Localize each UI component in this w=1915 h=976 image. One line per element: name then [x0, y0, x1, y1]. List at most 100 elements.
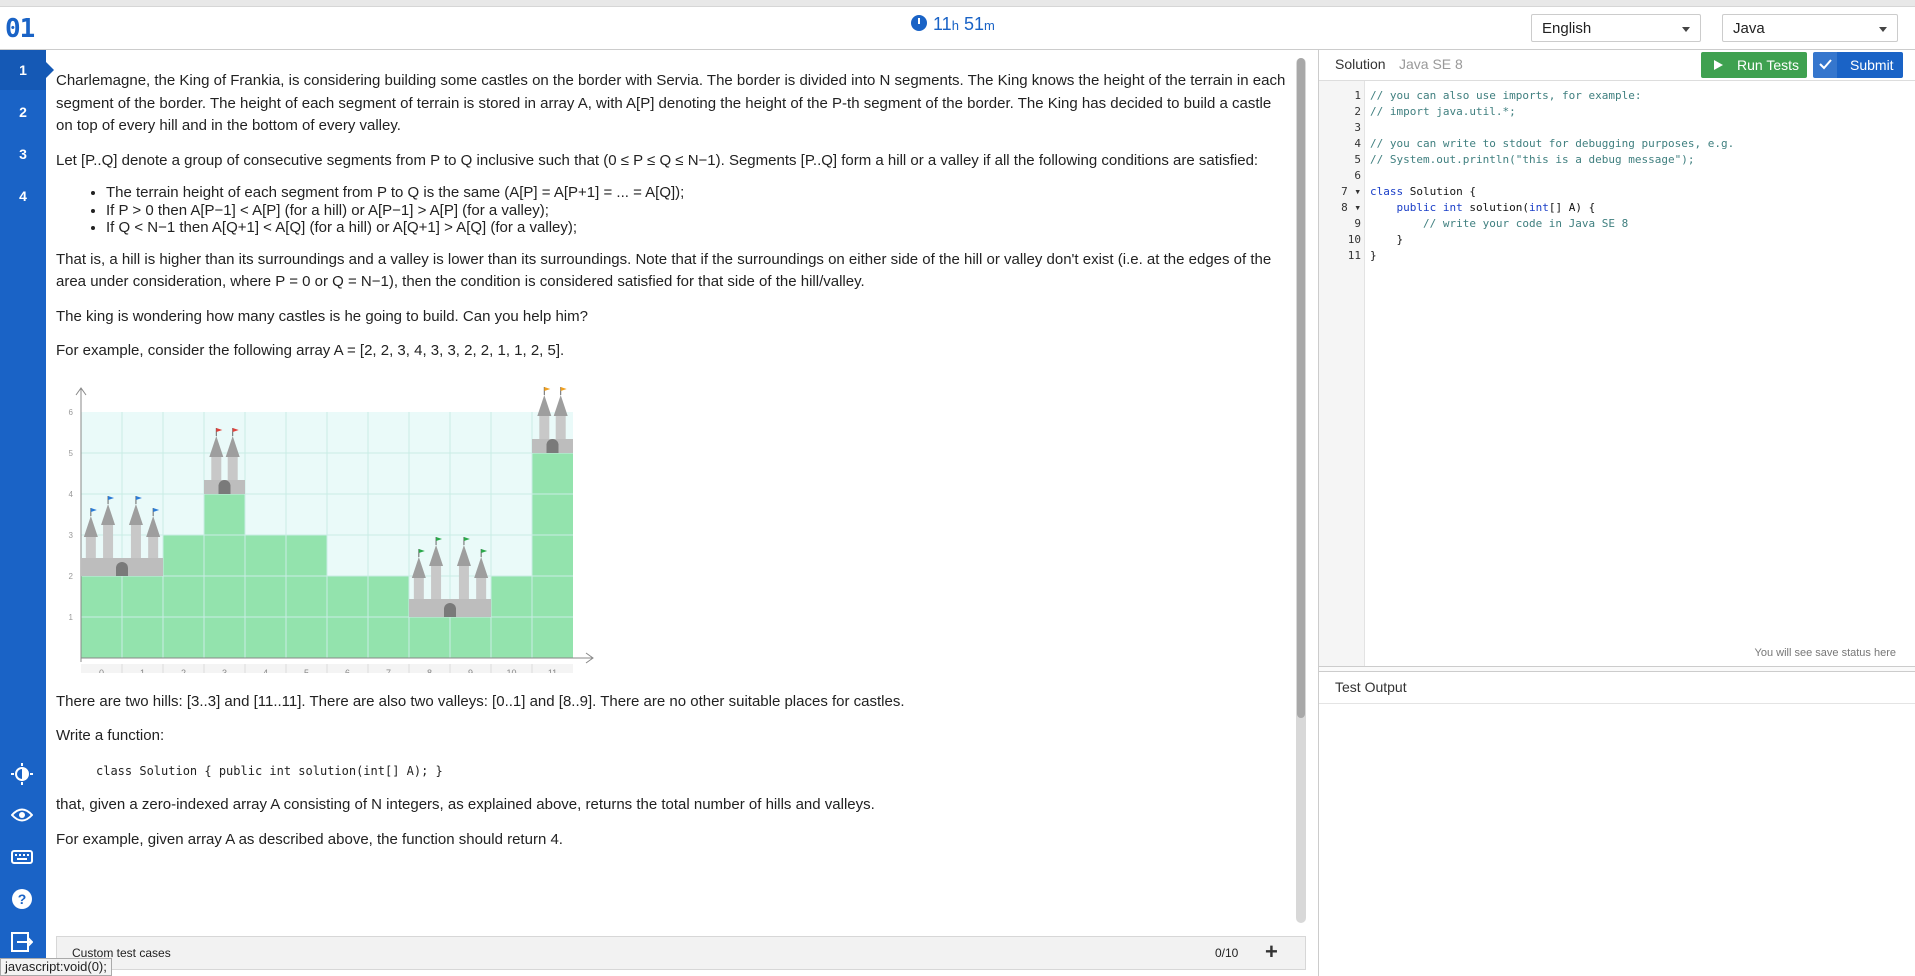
logo: 01	[5, 14, 35, 44]
timer-hours: 11	[933, 14, 952, 34]
code-line: // System.out.println("this is a debug m…	[1370, 153, 1695, 166]
human-language-value: English	[1542, 20, 1592, 37]
castle-tower	[148, 535, 159, 558]
castle-tower	[539, 414, 550, 439]
play-icon	[1714, 60, 1723, 70]
terrain-bar	[532, 452, 573, 658]
brightness-icon[interactable]	[10, 762, 34, 786]
castle-roof	[553, 394, 568, 416]
run-tests-button[interactable]: Run Tests	[1701, 52, 1807, 78]
line-number: 4	[1354, 137, 1361, 150]
x-tick-label: 2	[181, 668, 186, 673]
editor-panel: Solution Java SE 8 Run Tests Submit 1 2 …	[1318, 50, 1915, 976]
check-icon	[1819, 59, 1832, 70]
solution-tab[interactable]: Solution	[1335, 56, 1386, 72]
code-line: // write your code in Java SE 8	[1370, 217, 1629, 230]
x-tick-label: 6	[345, 668, 350, 673]
top-bar: 01 11h 51m English Java	[0, 0, 1915, 50]
editor-header: Solution Java SE 8 Run Tests Submit	[1319, 50, 1915, 80]
line-number: 11	[1347, 249, 1361, 262]
desc-paragraph: For example, consider the following arra…	[56, 342, 565, 359]
test-output-panel: Test Output	[1319, 672, 1915, 976]
submit-label: Submit	[1850, 57, 1894, 73]
human-language-select[interactable]: English	[1531, 14, 1701, 42]
line-number: 7 ▾	[1341, 185, 1361, 198]
task-tab-4[interactable]: 4	[0, 176, 46, 216]
castle-tower	[413, 576, 424, 599]
code-line: // you can write to stdout for debugging…	[1370, 137, 1735, 150]
submit-button[interactable]: Submit	[1813, 52, 1903, 78]
add-test-case-button[interactable]: +	[1265, 939, 1278, 965]
programming-language-value: Java	[1733, 20, 1765, 37]
desc-paragraph: There are two hills: [3..3] and [11..11]…	[56, 692, 905, 710]
line-number-gutter: 1 2 3 4 5 6 7 ▾ 8 ▾ 9 10 11	[1319, 81, 1365, 667]
svg-text:?: ?	[18, 891, 27, 907]
code-line: class Solution {	[1370, 185, 1476, 198]
test-output-title: Test Output	[1319, 672, 1915, 704]
custom-test-cases-bar[interactable]: Custom test cases 0/10 +	[56, 936, 1306, 970]
x-tick-label: 8	[427, 668, 432, 673]
x-tick-label: 0	[99, 668, 104, 673]
task-tab-3[interactable]: 3	[0, 134, 46, 174]
castle-flag	[560, 386, 567, 391]
x-tick-label: 1	[140, 668, 145, 673]
terrain-bar	[245, 534, 286, 658]
browser-top-strip	[0, 0, 1915, 7]
castle-flag	[544, 386, 551, 391]
castle-tower	[431, 564, 442, 599]
desc-paragraph: Let [P..Q] denote a group of consecutive…	[56, 151, 1259, 169]
y-tick-label: 1	[69, 613, 74, 622]
conditions-list: The terrain height of each segment from …	[106, 184, 1286, 237]
timer: 11h 51m	[911, 14, 995, 35]
castle-tower	[85, 535, 96, 558]
line-number: 6	[1354, 169, 1361, 182]
clock-icon	[911, 15, 927, 31]
code-editor[interactable]: 1 2 3 4 5 6 7 ▾ 8 ▾ 9 10 11 // you can als…	[1319, 80, 1915, 667]
save-status: You will see save status here	[1754, 647, 1896, 659]
castle-tower	[555, 414, 566, 439]
x-tick-label: 9	[468, 668, 473, 673]
condition-item: If P > 0 then A[P−1] < A[P] (for a hill)…	[106, 202, 1286, 220]
timer-minutes-unit: m	[983, 18, 995, 33]
chevron-down-icon	[1879, 27, 1887, 32]
code-line: // you can also use imports, for example…	[1370, 89, 1642, 102]
language-version-label: Java SE 8	[1399, 56, 1463, 72]
eye-icon[interactable]	[10, 803, 34, 827]
castle-gate	[218, 479, 231, 494]
y-tick-label: 5	[69, 449, 74, 458]
desc-paragraph: Charlemagne, the King of Frankia, is con…	[56, 72, 1286, 134]
terrain-bar	[286, 534, 327, 658]
description-scrollbar[interactable]	[1296, 58, 1306, 923]
condition-item: The terrain height of each segment from …	[106, 184, 1286, 202]
timer-minutes: 51	[963, 14, 984, 34]
terrain-bar	[409, 616, 450, 658]
castle-gate	[444, 602, 456, 617]
programming-language-select[interactable]: Java	[1722, 14, 1898, 42]
castle-tower	[103, 523, 114, 558]
code-line: public int solution(int[] A) {	[1396, 201, 1596, 214]
x-tick-label: 10	[506, 668, 516, 673]
desc-paragraph: For example, given array A as described …	[56, 830, 563, 848]
task-tab-1[interactable]: 1	[0, 50, 54, 90]
y-tick-label: 6	[69, 408, 74, 417]
line-number: 10	[1347, 233, 1361, 246]
condition-item: If Q < N−1 then A[Q+1] < A[Q] (for a hil…	[106, 219, 1286, 237]
exit-icon[interactable]	[10, 930, 34, 954]
castle-tower	[130, 523, 141, 558]
line-number: 3	[1354, 121, 1361, 134]
browser-status-bar: javascript:void(0);	[0, 958, 112, 976]
desc-paragraph: that, given a zero-indexed array A consi…	[56, 796, 875, 813]
custom-test-count: 0/10	[1215, 946, 1239, 960]
task-tab-2[interactable]: 2	[0, 92, 46, 132]
task-description: Charlemagne, the King of Frankia, is con…	[46, 50, 1296, 930]
x-tick-label: 5	[304, 668, 309, 673]
castle-tower	[458, 564, 469, 599]
castle-tower	[227, 455, 238, 480]
scrollbar-thumb[interactable]	[1297, 58, 1305, 718]
keyboard-icon[interactable]	[10, 845, 34, 869]
function-signature: class Solution { public int solution(int…	[96, 763, 443, 778]
y-tick-label: 3	[69, 531, 74, 540]
castle-roof	[537, 394, 552, 416]
help-icon[interactable]: ?	[10, 887, 34, 911]
castle-tower	[211, 455, 222, 480]
